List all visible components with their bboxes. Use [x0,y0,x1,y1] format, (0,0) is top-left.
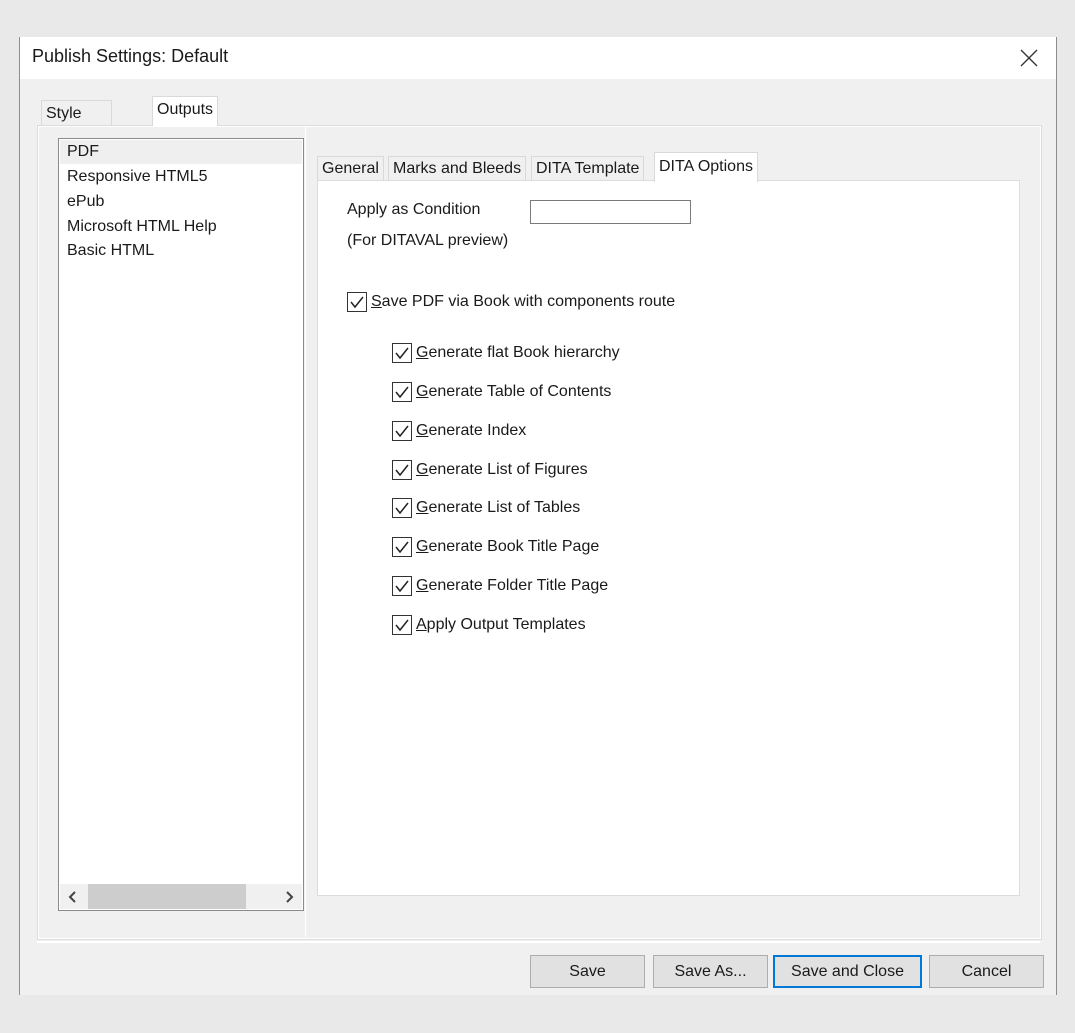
close-x-icon [1020,49,1038,67]
dita-options-panel: Apply as Condition (For DITAVAL preview)… [317,180,1020,896]
list-item-pdf[interactable]: PDF [60,140,302,164]
checkbox-box[interactable] [392,460,412,480]
checkmark-icon [395,541,409,554]
checkbox-label: Generate Index [416,422,527,439]
output-type-list[interactable]: PDF Responsive HTML5 ePub Microsoft HTML… [58,138,304,911]
tab-dita-options[interactable]: DITA Options [654,152,758,182]
generate-folder-title-page-checkbox[interactable]: Generate Folder Title Page [392,575,608,597]
list-item-responsive-html5[interactable]: Responsive HTML5 [60,165,302,189]
tab-outputs[interactable]: Outputs [152,96,219,126]
apply-condition-label: Apply as Condition [347,201,481,218]
scroll-left-button[interactable] [60,884,86,909]
cancel-button[interactable]: Cancel [929,955,1044,988]
horizontal-scrollbar[interactable] [60,884,302,909]
list-item-epub[interactable]: ePub [60,190,302,214]
tab-marks-and-bleeds[interactable]: Marks and Bleeds [388,156,527,181]
generate-book-title-page-checkbox[interactable]: Generate Book Title Page [392,536,599,558]
panel-divider [305,126,306,937]
generate-flat-book-hierarchy-checkbox[interactable]: Generate flat Book hierarchy [392,342,620,364]
checkbox-label: Generate List of Tables [416,499,581,516]
footer-separator [37,941,1040,943]
list-item-microsoft-html-help[interactable]: Microsoft HTML Help [60,215,302,239]
checkbox-box[interactable] [392,537,412,557]
tab-style-mapping[interactable]: Style Mapping [41,100,113,148]
ditaval-preview-note: (For DITAVAL preview) [347,232,509,249]
checkmark-icon [395,425,409,438]
save-button[interactable]: Save [530,955,645,988]
outputs-panel: PDF Responsive HTML5 ePub Microsoft HTML… [37,125,1042,940]
tab-dita-template[interactable]: DITA Template [531,156,645,181]
checkmark-icon [395,619,409,632]
chevron-right-icon [286,891,294,903]
checkbox-label: Generate Folder Title Page [416,577,609,594]
checkbox-label: Generate Table of Contents [416,383,612,400]
publish-settings-dialog: Publish Settings: Default Style Mapping … [19,37,1057,995]
dialog-title: Publish Settings: Default [32,46,229,66]
checkbox-box[interactable] [392,382,412,402]
checkbox-label: Apply Output Templates [416,616,586,633]
close-button[interactable] [1014,43,1044,73]
title-bar: Publish Settings: Default [20,37,1056,79]
checkbox-label: Generate flat Book hierarchy [416,344,620,361]
save-pdf-via-book-checkbox[interactable]: Save PDF via Book with components route [347,291,675,313]
scrollbar-thumb[interactable] [88,884,246,909]
checkbox-box[interactable] [392,343,412,363]
save-as-button[interactable]: Save As... [653,955,768,988]
checkbox-box[interactable] [347,292,367,312]
apply-output-templates-checkbox[interactable]: Apply Output Templates [392,614,586,636]
scroll-right-button[interactable] [276,884,302,909]
checkbox-box[interactable] [392,615,412,635]
checkmark-icon [395,464,409,477]
checkbox-label: Generate Book Title Page [416,538,600,555]
tab-general[interactable]: General [317,156,384,181]
generate-list-of-tables-checkbox[interactable]: Generate List of Tables [392,497,580,519]
checkmark-icon [395,580,409,593]
save-and-close-button[interactable]: Save and Close [773,955,922,988]
checkmark-icon [395,502,409,515]
generate-list-of-figures-checkbox[interactable]: Generate List of Figures [392,459,588,481]
checkbox-label: Generate List of Figures [416,461,588,478]
generate-toc-checkbox[interactable]: Generate Table of Contents [392,381,611,403]
checkmark-icon [350,296,364,309]
checkbox-box[interactable] [392,498,412,518]
checkbox-box[interactable] [392,421,412,441]
list-item-basic-html[interactable]: Basic HTML [60,239,302,263]
checkmark-icon [395,386,409,399]
checkbox-label: Save PDF via Book with components route [371,293,676,310]
generate-index-checkbox[interactable]: Generate Index [392,420,526,442]
apply-condition-input[interactable] [530,200,691,224]
checkmark-icon [395,347,409,360]
chevron-left-icon [68,891,76,903]
checkbox-box[interactable] [392,576,412,596]
